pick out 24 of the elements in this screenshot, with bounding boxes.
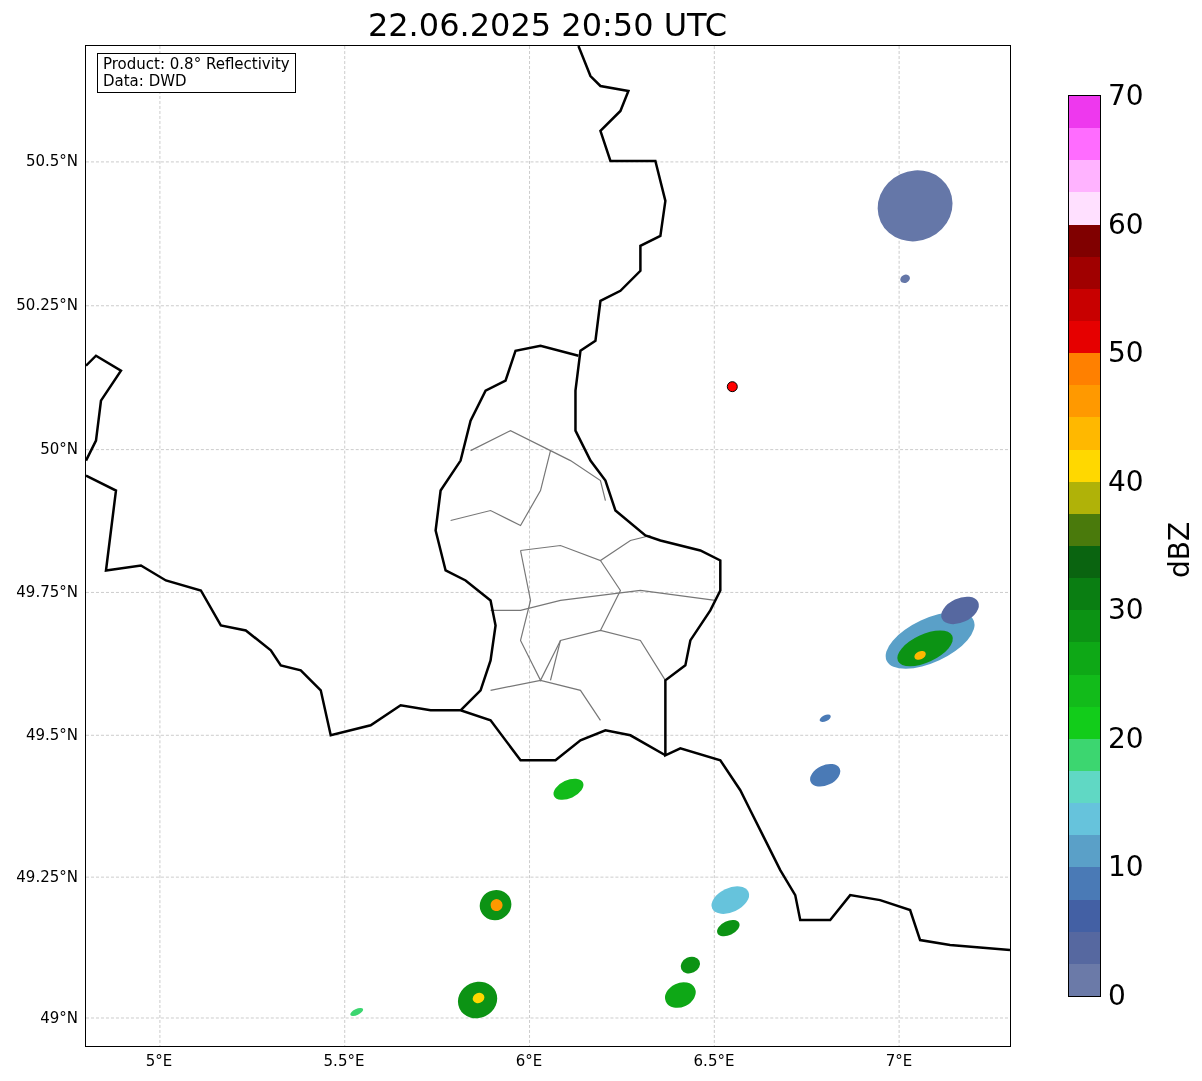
colorbar-tick-label: 70 bbox=[1108, 80, 1144, 112]
longitude-label: 5°E bbox=[144, 1052, 174, 1070]
latitude-label: 49.75°N bbox=[16, 583, 78, 601]
latitude-label: 49.25°N bbox=[16, 868, 78, 886]
info-text: Data: DWD bbox=[103, 73, 188, 90]
colorbar-tick-label: 50 bbox=[1108, 337, 1144, 370]
longitude-label: 5.5°E bbox=[322, 1052, 366, 1070]
latitude-label: 49.5°N bbox=[25, 726, 78, 744]
colorbar-tick-label: 20 bbox=[1108, 722, 1144, 755]
longitude-label: 6°E bbox=[514, 1052, 544, 1070]
latitude-label: 50°N bbox=[40, 440, 78, 458]
longitude-label: 7°E bbox=[884, 1052, 914, 1070]
colorbar-label: dBZ bbox=[1164, 521, 1196, 579]
colorbar-tick-label: 60 bbox=[1108, 208, 1144, 241]
latitude-label: 50.5°N bbox=[25, 152, 78, 170]
colorbar-tick-label: 10 bbox=[1108, 851, 1144, 884]
latitude-label: 49°N bbox=[40, 1009, 78, 1027]
colorbar-tick-label: 30 bbox=[1108, 594, 1144, 627]
colorbar-tick-label: 0 bbox=[1108, 980, 1126, 1012]
latitude-label: 50.25°N bbox=[16, 296, 78, 314]
longitude-label: 6.5°E bbox=[692, 1052, 736, 1070]
colorbar-tick-label: 40 bbox=[1108, 465, 1144, 498]
info-text: Product: 0.8° Reflectivity bbox=[103, 56, 290, 73]
chart-title: 22.06.2025 20:50 UTC bbox=[366, 5, 729, 45]
